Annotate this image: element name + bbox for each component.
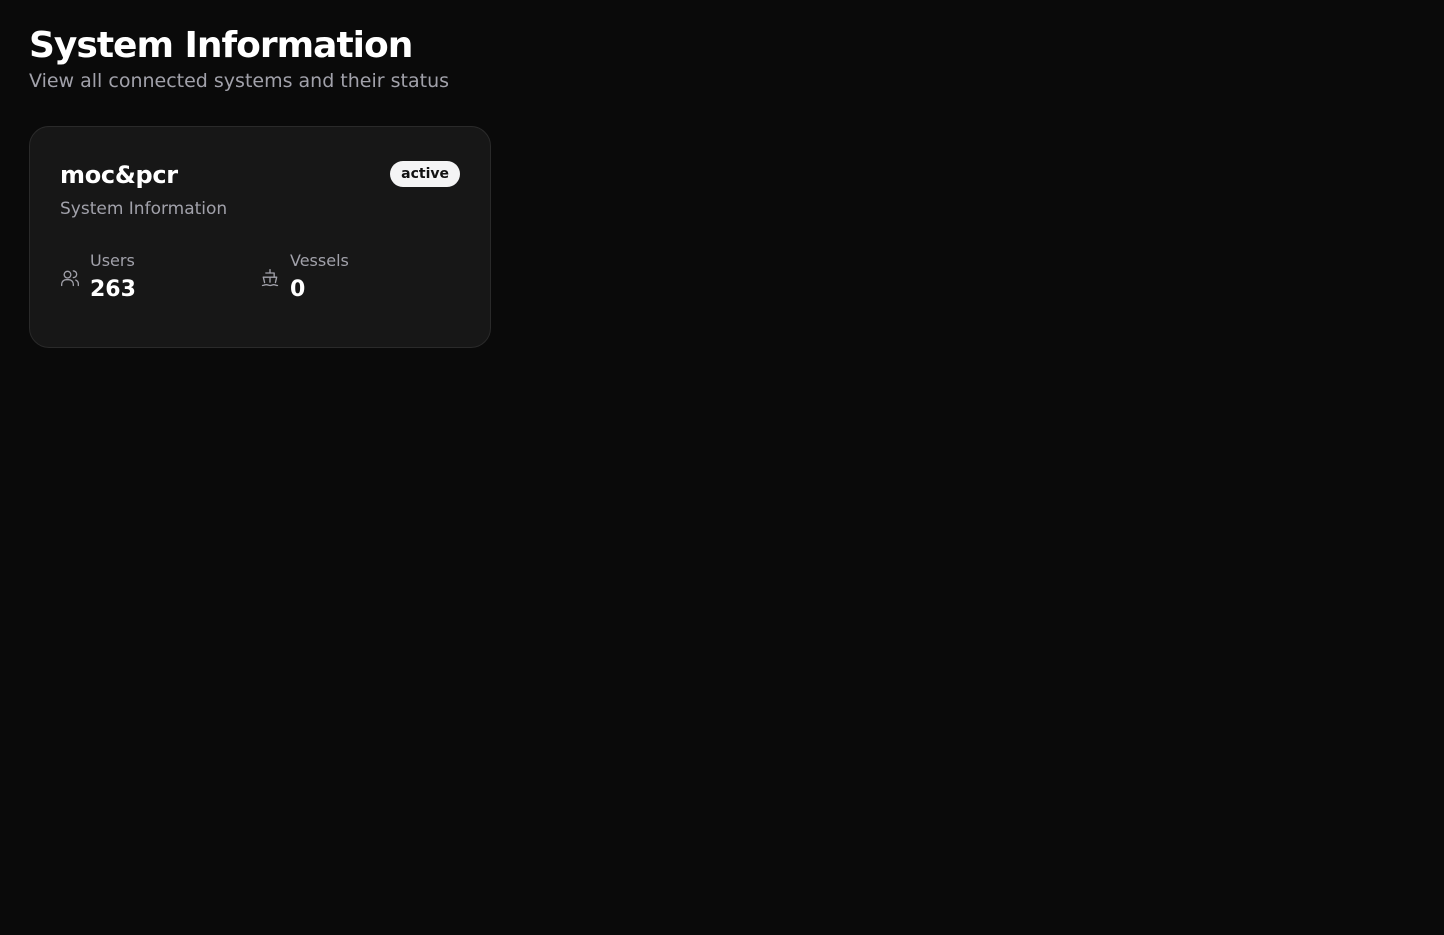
system-card-header: moc&pcr active	[60, 157, 460, 193]
page: System Information View all connected sy…	[0, 0, 1444, 935]
system-stats: Users 263 Vessels 0	[60, 251, 460, 305]
system-description: System Information	[60, 199, 228, 219]
stat-vessels-label: Vessels	[290, 251, 349, 270]
systems-grid: moc&pcr active System Information Users …	[29, 126, 1415, 348]
page-subtitle: View all connected systems and their sta…	[29, 70, 450, 92]
stat-users: Users 263	[60, 251, 260, 305]
stat-users-label: Users	[90, 251, 135, 270]
system-card[interactable]: moc&pcr active System Information Users …	[29, 126, 491, 348]
ship-icon	[260, 268, 280, 288]
status-badge: active	[390, 161, 460, 187]
stat-users-value: 263	[90, 277, 136, 302]
users-icon	[60, 268, 80, 288]
system-name: moc&pcr	[60, 161, 178, 189]
page-title: System Information	[29, 25, 413, 66]
stat-vessels-value: 0	[290, 277, 306, 302]
stat-vessels: Vessels 0	[260, 251, 460, 305]
